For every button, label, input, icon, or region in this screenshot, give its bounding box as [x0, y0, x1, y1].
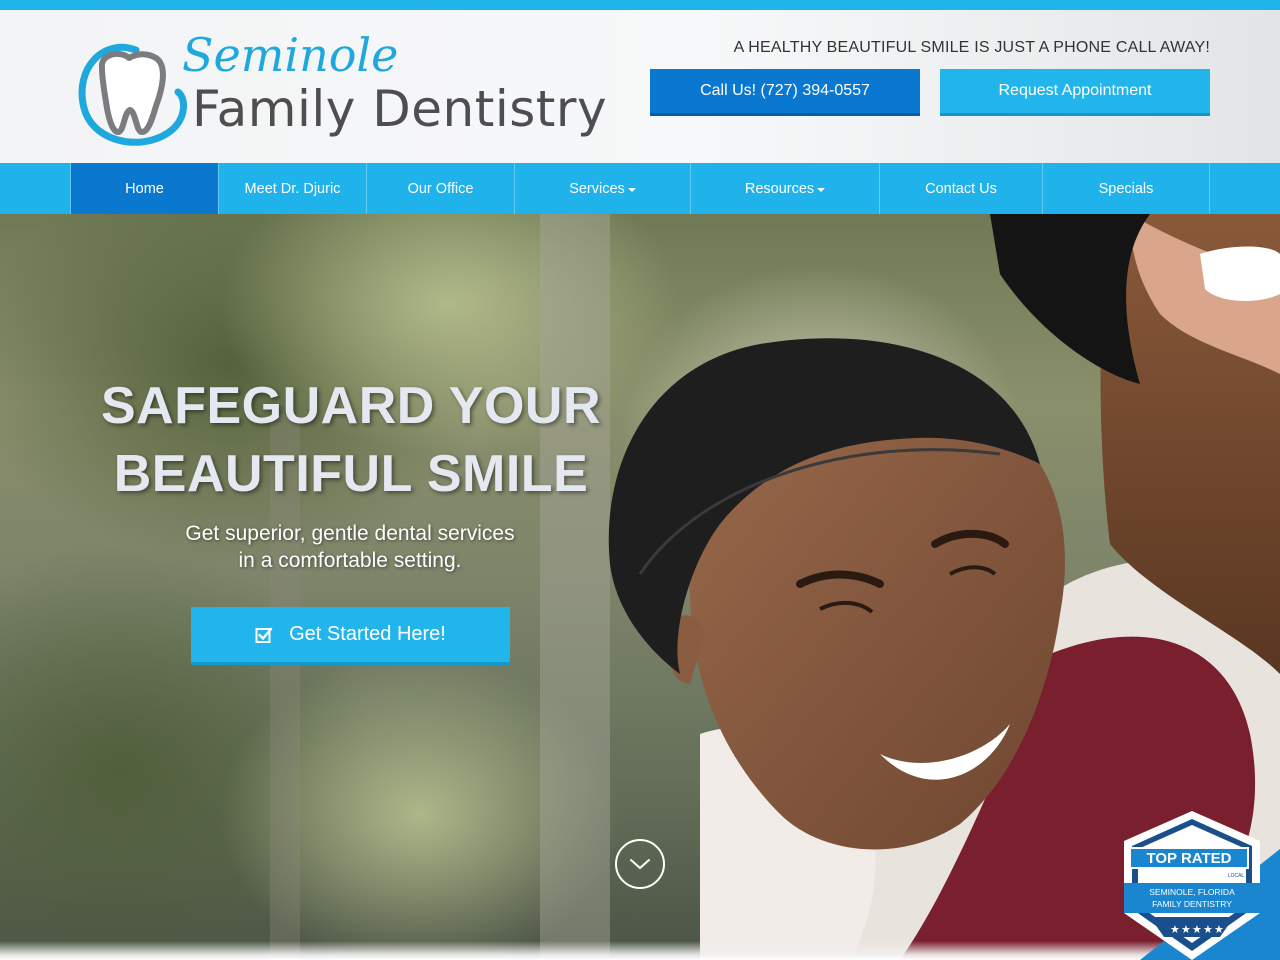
request-appointment-button[interactable]: Request Appointment	[940, 69, 1210, 116]
nav-item-specials[interactable]: Specials	[1043, 163, 1210, 214]
hero-subtitle-line-1: Get superior, gentle dental services	[185, 522, 515, 545]
top-accent-stripe	[0, 0, 1280, 10]
nav-item-services[interactable]: Services	[515, 163, 691, 214]
nav-item-label: Contact Us	[925, 180, 997, 197]
caret-down-icon	[627, 187, 636, 192]
hero-bottom-fade	[0, 941, 1280, 960]
scroll-down-button[interactable]	[615, 839, 665, 889]
site-logo[interactable]: Seminole Family Dentistry	[74, 28, 607, 158]
nav-item-label: Home	[125, 180, 164, 197]
nav-item-label: Resources	[744, 180, 815, 197]
nav-item-label: Our Office	[407, 180, 474, 197]
nav-item-resources[interactable]: Resources	[691, 163, 880, 214]
hero-subtitle-line-2: in a comfortable setting.	[238, 549, 462, 572]
badge-subtitle: LOCAL	[1228, 873, 1245, 879]
nav-item-meet-dr-djuric[interactable]: Meet Dr. Djuric	[219, 163, 367, 214]
nav-item-label: Specials	[1098, 180, 1154, 197]
logo-script-text: Seminole	[182, 28, 399, 82]
checkbox-icon	[255, 627, 273, 643]
svg-text:★: ★	[1170, 923, 1180, 936]
badge-line-2: FAMILY DENTISTRY	[1152, 899, 1232, 909]
header-tagline: A HEALTHY BEAUTIFUL SMILE IS JUST A PHON…	[733, 39, 1210, 56]
svg-text:★: ★	[1214, 923, 1224, 936]
hero-title-line-1: SAFEGUARD YOUR	[100, 377, 602, 435]
hero-title-line-2: BEAUTIFUL SMILE	[113, 445, 589, 503]
get-started-button[interactable]: Get Started Here!	[191, 607, 510, 665]
get-started-label: Get Started Here!	[289, 623, 446, 645]
nav-item-contact-us[interactable]: Contact Us	[880, 163, 1043, 214]
hero-section: SAFEGUARD YOUR BEAUTIFUL SMILE Get super…	[0, 214, 1280, 960]
site-header: Seminole Family Dentistry A HEALTHY BEAU…	[0, 10, 1280, 163]
hero-subtitle: Get superior, gentle dental services in …	[100, 520, 600, 574]
logo-main-text: Family Dentistry	[192, 80, 608, 138]
call-us-button[interactable]: Call Us! (727) 394-0557	[650, 69, 920, 116]
chevron-down-icon	[630, 859, 650, 870]
nav-item-label: Meet Dr. Djuric	[244, 180, 341, 197]
nav-item-label: Services	[569, 180, 625, 197]
nav-item-our-office[interactable]: Our Office	[367, 163, 515, 214]
badge-line-1: SEMINOLE, FLORIDA	[1149, 887, 1235, 897]
top-rated-badge[interactable]: TOP RATED LOCAL SEMINOLE, FLORIDA FAMILY…	[1100, 809, 1280, 960]
main-navigation: Home Meet Dr. Djuric Our Office Services…	[0, 163, 1280, 214]
hero-title: SAFEGUARD YOUR BEAUTIFUL SMILE	[96, 372, 606, 508]
caret-down-icon	[817, 187, 826, 192]
svg-text:★: ★	[1181, 923, 1191, 936]
badge-stars-icon: ★ ★ ★ ★ ★	[1170, 923, 1224, 936]
nav-item-home[interactable]: Home	[70, 163, 219, 214]
badge-title: TOP RATED	[1146, 850, 1231, 867]
svg-text:★: ★	[1192, 923, 1202, 936]
svg-text:★: ★	[1203, 923, 1213, 936]
